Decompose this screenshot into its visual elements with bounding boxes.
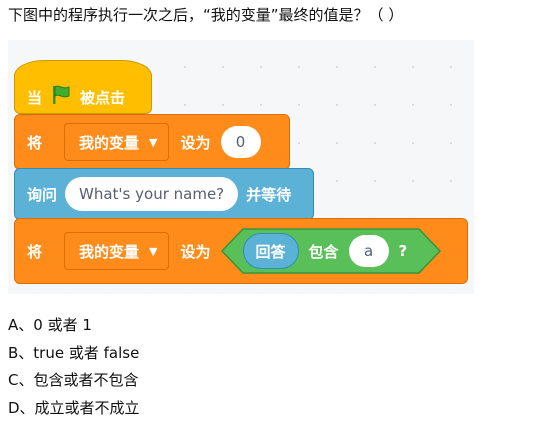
- when-label: 当: [27, 88, 43, 107]
- set-label: 将: [27, 242, 43, 261]
- contains-value-input[interactable]: a: [348, 235, 389, 267]
- contains-operator-block[interactable]: 回答 包含 a ?: [220, 228, 441, 274]
- set-label: 将: [27, 133, 43, 152]
- question-text: 下图中的程序执行一次之后，“我的变量”最终的值是？（ ）: [8, 6, 404, 24]
- contains-label: 包含: [308, 242, 339, 261]
- chevron-down-icon: ▼: [149, 135, 158, 149]
- chevron-down-icon: ▼: [149, 244, 158, 258]
- ask-text-input[interactable]: What's your name?: [65, 177, 239, 211]
- set-variable-block-1[interactable]: 将 我的变量 ▼ 设为 0: [14, 114, 290, 170]
- question-mark-label: ?: [398, 242, 408, 260]
- flag-icon: [50, 84, 72, 110]
- when-flag-clicked-block[interactable]: 当 被点击: [14, 60, 152, 114]
- set-to-label: 设为: [180, 133, 211, 152]
- variable-name: 我的变量: [79, 133, 140, 152]
- set-to-label: 设为: [180, 242, 211, 261]
- ask-label: 询问: [27, 185, 58, 204]
- set-variable-block-2[interactable]: 将 我的变量 ▼ 设为 回答 包含 a ?: [14, 218, 468, 284]
- and-wait-label: 并等待: [246, 185, 292, 204]
- variable-dropdown[interactable]: 我的变量 ▼: [64, 123, 169, 161]
- scratch-code-canvas[interactable]: 当 被点击 将 我的变量 ▼ 设为 0 询问 What's your name?…: [8, 40, 474, 294]
- variable-dropdown[interactable]: 我的变量 ▼: [64, 232, 169, 270]
- ask-and-wait-block[interactable]: 询问 What's your name? 并等待: [14, 168, 314, 220]
- option-b[interactable]: B、true 或者 false: [8, 342, 139, 364]
- value-input[interactable]: 0: [220, 126, 261, 158]
- option-c[interactable]: C、包含或者不包含: [8, 369, 138, 391]
- option-d[interactable]: D、成立或者不成立: [8, 397, 140, 419]
- option-a[interactable]: A、0 或者 1: [8, 314, 92, 336]
- clicked-label: 被点击: [80, 88, 126, 107]
- variable-name: 我的变量: [79, 242, 140, 261]
- answer-reporter[interactable]: 回答: [242, 233, 299, 269]
